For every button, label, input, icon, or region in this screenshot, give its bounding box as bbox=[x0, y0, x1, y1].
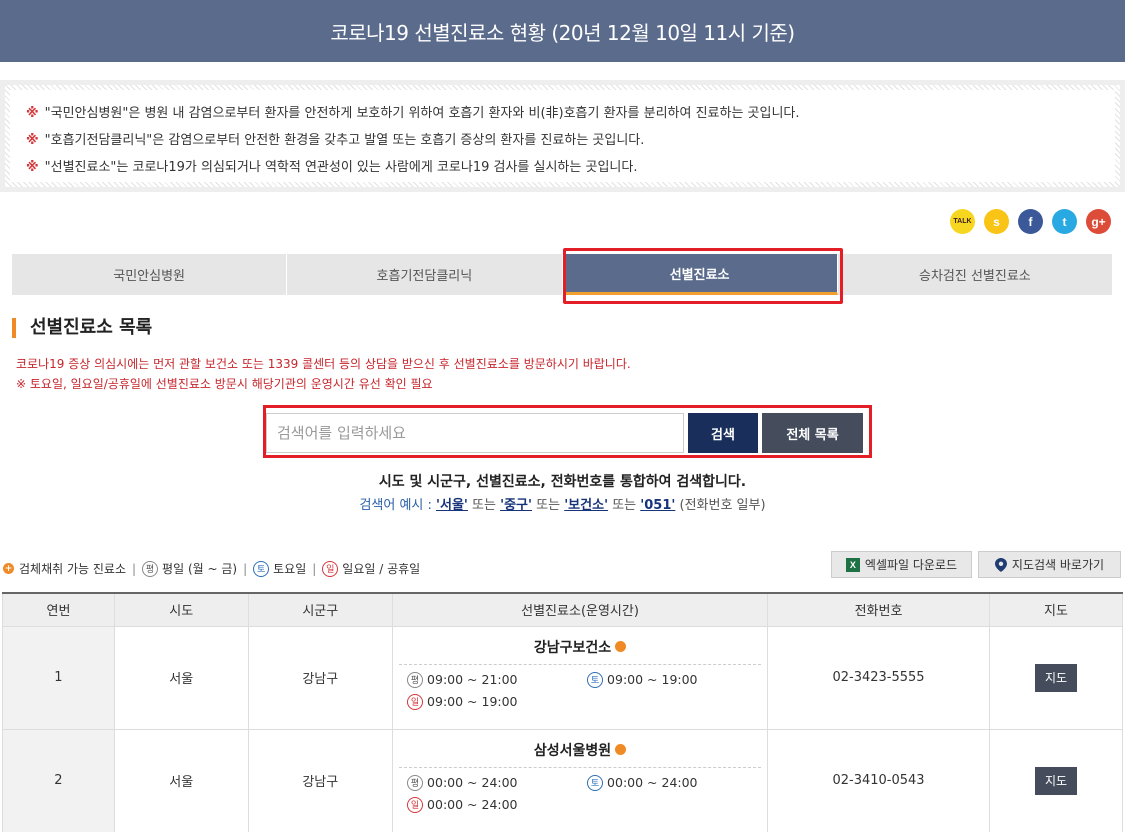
row-clinic: 삼성서울병원 평 00:00 ~ 24:00 토 00:00 ~ 24:00 일 00… bbox=[392, 728, 769, 832]
clinic-name: 강남구보건소 bbox=[533, 639, 612, 656]
notice-line: ※ "국민안심병원"은 병원 내 감염으로부터 환자를 안전하게 보호하기 위하여… bbox=[26, 106, 800, 121]
notice-mark: ※ bbox=[26, 160, 39, 175]
page-header: 코로나19 선별진료소 현황 (20년 12월 10일 11시 기준) bbox=[0, 0, 1125, 62]
row-map: 지도 bbox=[988, 728, 1124, 832]
kakaostory-icon[interactable]: s bbox=[984, 209, 1009, 234]
saturday-icon: 토 bbox=[253, 560, 270, 577]
kakaotalk-icon[interactable]: TALK bbox=[950, 209, 975, 234]
row-no: 1 bbox=[2, 625, 115, 730]
section-title: 선별진료소 목록 bbox=[12, 318, 152, 338]
header-phone: 전화번호 bbox=[767, 592, 990, 627]
notice-box: ※ "국민안심병원"은 병원 내 감염으로부터 환자를 안전하게 보호하기 위하여… bbox=[0, 80, 1125, 192]
category-tabs: 국민안심병원 호흡기전담클리닉 선별진료소 승차검진 선별진료소 bbox=[12, 254, 1112, 295]
sunday-hours: 00:00 ~ 24:00 bbox=[427, 797, 518, 812]
table-row: 1 서울 강남구 강남구보건소 평 09:00 ~ 21:00 토 09:00 ~ … bbox=[2, 625, 1124, 730]
map-button[interactable]: 지도 bbox=[1034, 766, 1077, 795]
weekday-hours: 00:00 ~ 24:00 bbox=[427, 775, 518, 790]
row-map: 지도 bbox=[988, 625, 1124, 730]
sample-collection-icon bbox=[615, 641, 627, 652]
search-button[interactable]: 검색 bbox=[688, 413, 758, 453]
sunday-hours: 09:00 ~ 19:00 bbox=[427, 694, 518, 709]
example-seoul-link[interactable]: '서울' bbox=[436, 498, 468, 513]
weekday-icon: 평 bbox=[407, 774, 424, 791]
sunday-icon: 일 bbox=[407, 693, 424, 710]
search-description: 시도 및 시군구, 선별진료소, 전화번호를 통합하여 검색합니다. bbox=[378, 474, 747, 490]
notice-line: ※ "호흡기전담클리닉"은 감염으로부터 안전한 환경을 갖추고 발열 또는 호흡… bbox=[26, 133, 645, 148]
sample-collection-icon bbox=[615, 744, 627, 755]
twitter-icon[interactable]: t bbox=[1052, 209, 1077, 234]
row-sido: 서울 bbox=[113, 728, 249, 832]
saturday-hours: 00:00 ~ 24:00 bbox=[607, 775, 698, 790]
search-examples: 검색어 예시 : '서울' 또는 '중구' 또는 '보건소' 또는 '051' … bbox=[359, 498, 766, 513]
tab-drive-thru-clinic[interactable]: 승차검진 선별진료소 bbox=[838, 254, 1112, 295]
header-sigungu: 시군구 bbox=[247, 592, 394, 627]
header-map: 지도 bbox=[988, 592, 1124, 627]
saturday-icon: 토 bbox=[587, 774, 604, 791]
sns-share-bar: TALK s f t g+ bbox=[950, 209, 1111, 234]
tab-screening-clinic[interactable]: 선별진료소 bbox=[562, 254, 838, 295]
clinic-name: 삼성서울병원 bbox=[533, 742, 612, 759]
sunday-icon: 일 bbox=[407, 796, 424, 813]
page-title: 코로나19 선별진료소 현황 (20년 12월 10일 11시 기준) bbox=[330, 20, 795, 45]
weekday-icon: 평 bbox=[142, 560, 159, 577]
table-row: 2 서울 강남구 삼성서울병원 평 00:00 ~ 24:00 토 00:00 ~ … bbox=[2, 728, 1124, 832]
header-no: 연번 bbox=[2, 592, 115, 627]
header-sido: 시도 bbox=[113, 592, 249, 627]
row-phone: 02-3423-5555 bbox=[767, 625, 990, 730]
table-header-row: 연번 시도 시군구 선별진료소(운영시간) 전화번호 지도 bbox=[2, 592, 1124, 627]
all-list-button[interactable]: 전체 목록 bbox=[762, 413, 863, 453]
warning-text: 코로나19 증상 의심시에는 먼저 관할 보건소 또는 1339 콜센터 등의 … bbox=[16, 357, 631, 371]
legend: + 검체채취 가능 진료소 | 평 평일 (월 ~ 금) | 토 토요일 | 일… bbox=[3, 560, 421, 577]
facebook-icon[interactable]: f bbox=[1018, 209, 1043, 234]
example-health-center-link[interactable]: '보건소' bbox=[564, 498, 608, 513]
map-pin-icon bbox=[994, 557, 1007, 572]
sample-collection-icon: + bbox=[3, 563, 14, 574]
row-sigungu: 강남구 bbox=[247, 728, 394, 832]
excel-icon: X bbox=[845, 557, 860, 572]
weekday-hours: 09:00 ~ 21:00 bbox=[427, 672, 518, 687]
example-phone-link[interactable]: '051' bbox=[640, 498, 675, 513]
example-junggu-link[interactable]: '중구' bbox=[500, 498, 532, 513]
header-clinic: 선별진료소(운영시간) bbox=[392, 592, 769, 627]
row-sido: 서울 bbox=[113, 625, 249, 730]
saturday-hours: 09:00 ~ 19:00 bbox=[607, 672, 698, 687]
notice-mark: ※ bbox=[26, 133, 39, 148]
search-input[interactable] bbox=[266, 413, 684, 453]
map-button[interactable]: 지도 bbox=[1034, 663, 1077, 692]
notice-mark: ※ bbox=[26, 106, 39, 121]
excel-download-button[interactable]: X 엑셀파일 다운로드 bbox=[831, 551, 972, 578]
weekday-icon: 평 bbox=[407, 671, 424, 688]
tab-safe-hospital[interactable]: 국민안심병원 bbox=[12, 254, 288, 295]
weekend-warning-text: ※ 토요일, 일요일/공휴일에 선별진료소 방문시 해당기관의 운영시간 유선 … bbox=[16, 377, 433, 391]
notice-line: ※ "선별진료소"는 코로나19가 의심되거나 역학적 연관성이 있는 사람에게 … bbox=[26, 160, 638, 175]
row-clinic: 강남구보건소 평 09:00 ~ 21:00 토 09:00 ~ 19:00 일 09… bbox=[392, 625, 769, 730]
saturday-icon: 토 bbox=[587, 671, 604, 688]
row-phone: 02-3410-0543 bbox=[767, 728, 990, 832]
clinic-table: 연번 시도 시군구 선별진료소(운영시간) 전화번호 지도 1 서울 강남구 강… bbox=[2, 592, 1124, 832]
tab-respiratory-clinic[interactable]: 호흡기전담클리닉 bbox=[287, 254, 563, 295]
sunday-icon: 일 bbox=[322, 560, 339, 577]
googleplus-icon[interactable]: g+ bbox=[1086, 209, 1111, 234]
row-sigungu: 강남구 bbox=[247, 625, 394, 730]
map-search-button[interactable]: 지도검색 바로가기 bbox=[978, 551, 1121, 578]
row-no: 2 bbox=[2, 728, 115, 832]
